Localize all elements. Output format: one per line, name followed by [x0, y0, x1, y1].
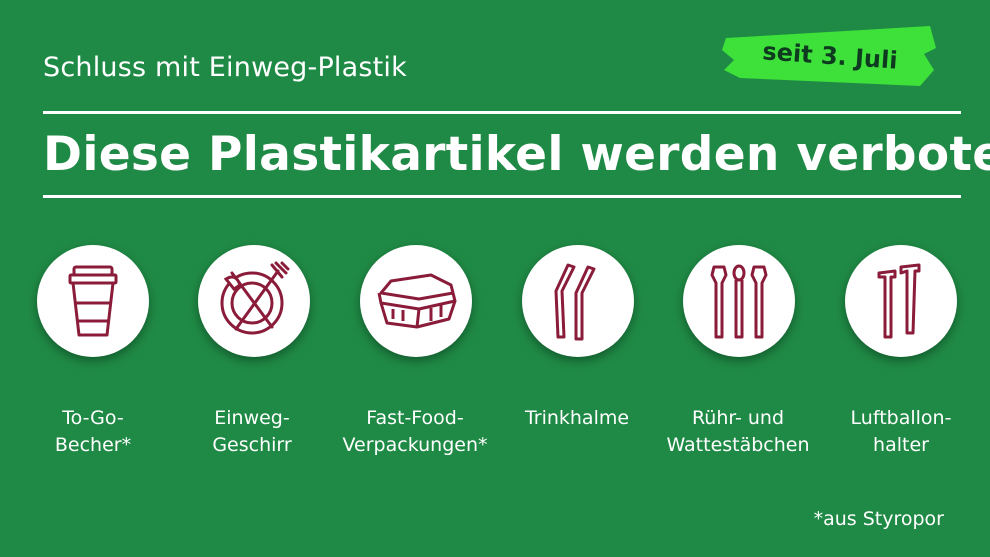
label-line-1: Luftballon-	[850, 407, 952, 429]
label-line-1: To-Go-	[62, 407, 124, 429]
label-line-2: Becher*	[54, 434, 132, 456]
label-line-2: Wattestäbchen	[666, 434, 810, 456]
item-circle-balloon-sticks	[845, 245, 957, 357]
item-circle-stirrers	[683, 245, 795, 357]
label-line-1: Einweg-	[214, 407, 290, 429]
footnote: *aus Styropor	[813, 508, 944, 530]
balloon-sticks-icon	[877, 263, 921, 339]
item-label-to-go-cup: To-Go- Becher*	[13, 405, 173, 459]
item-label-balloon-sticks: Luftballon- halter	[821, 405, 981, 459]
stirrers-cotton-buds-icon	[710, 264, 768, 339]
items-row: To-Go- Becher* Einweg- Geschirr Fast-Foo…	[0, 0, 990, 557]
item-circle-tableware	[198, 245, 310, 357]
label-line-1: Rühr- und	[691, 407, 785, 429]
item-label-straws: Trinkhalme	[497, 405, 657, 432]
food-box-icon	[377, 273, 457, 329]
item-label-food-box: Fast-Food- Verpackungen*	[335, 405, 495, 459]
label-line-2: Verpackungen*	[342, 434, 488, 456]
label-line-2: Geschirr	[212, 434, 292, 456]
item-circle-straws	[522, 245, 634, 357]
item-label-stirrers: Rühr- und Wattestäbchen	[658, 405, 818, 459]
to-go-cup-icon	[68, 265, 118, 337]
label-line-1: Trinkhalme	[524, 407, 630, 429]
item-circle-to-go-cup	[37, 245, 149, 357]
item-label-tableware: Einweg- Geschirr	[172, 405, 332, 459]
plate-cutlery-icon	[220, 261, 290, 335]
item-circle-food-box	[360, 245, 472, 357]
label-line-2: halter	[873, 434, 929, 456]
straws-icon	[554, 263, 596, 341]
label-line-1: Fast-Food-	[366, 407, 464, 429]
